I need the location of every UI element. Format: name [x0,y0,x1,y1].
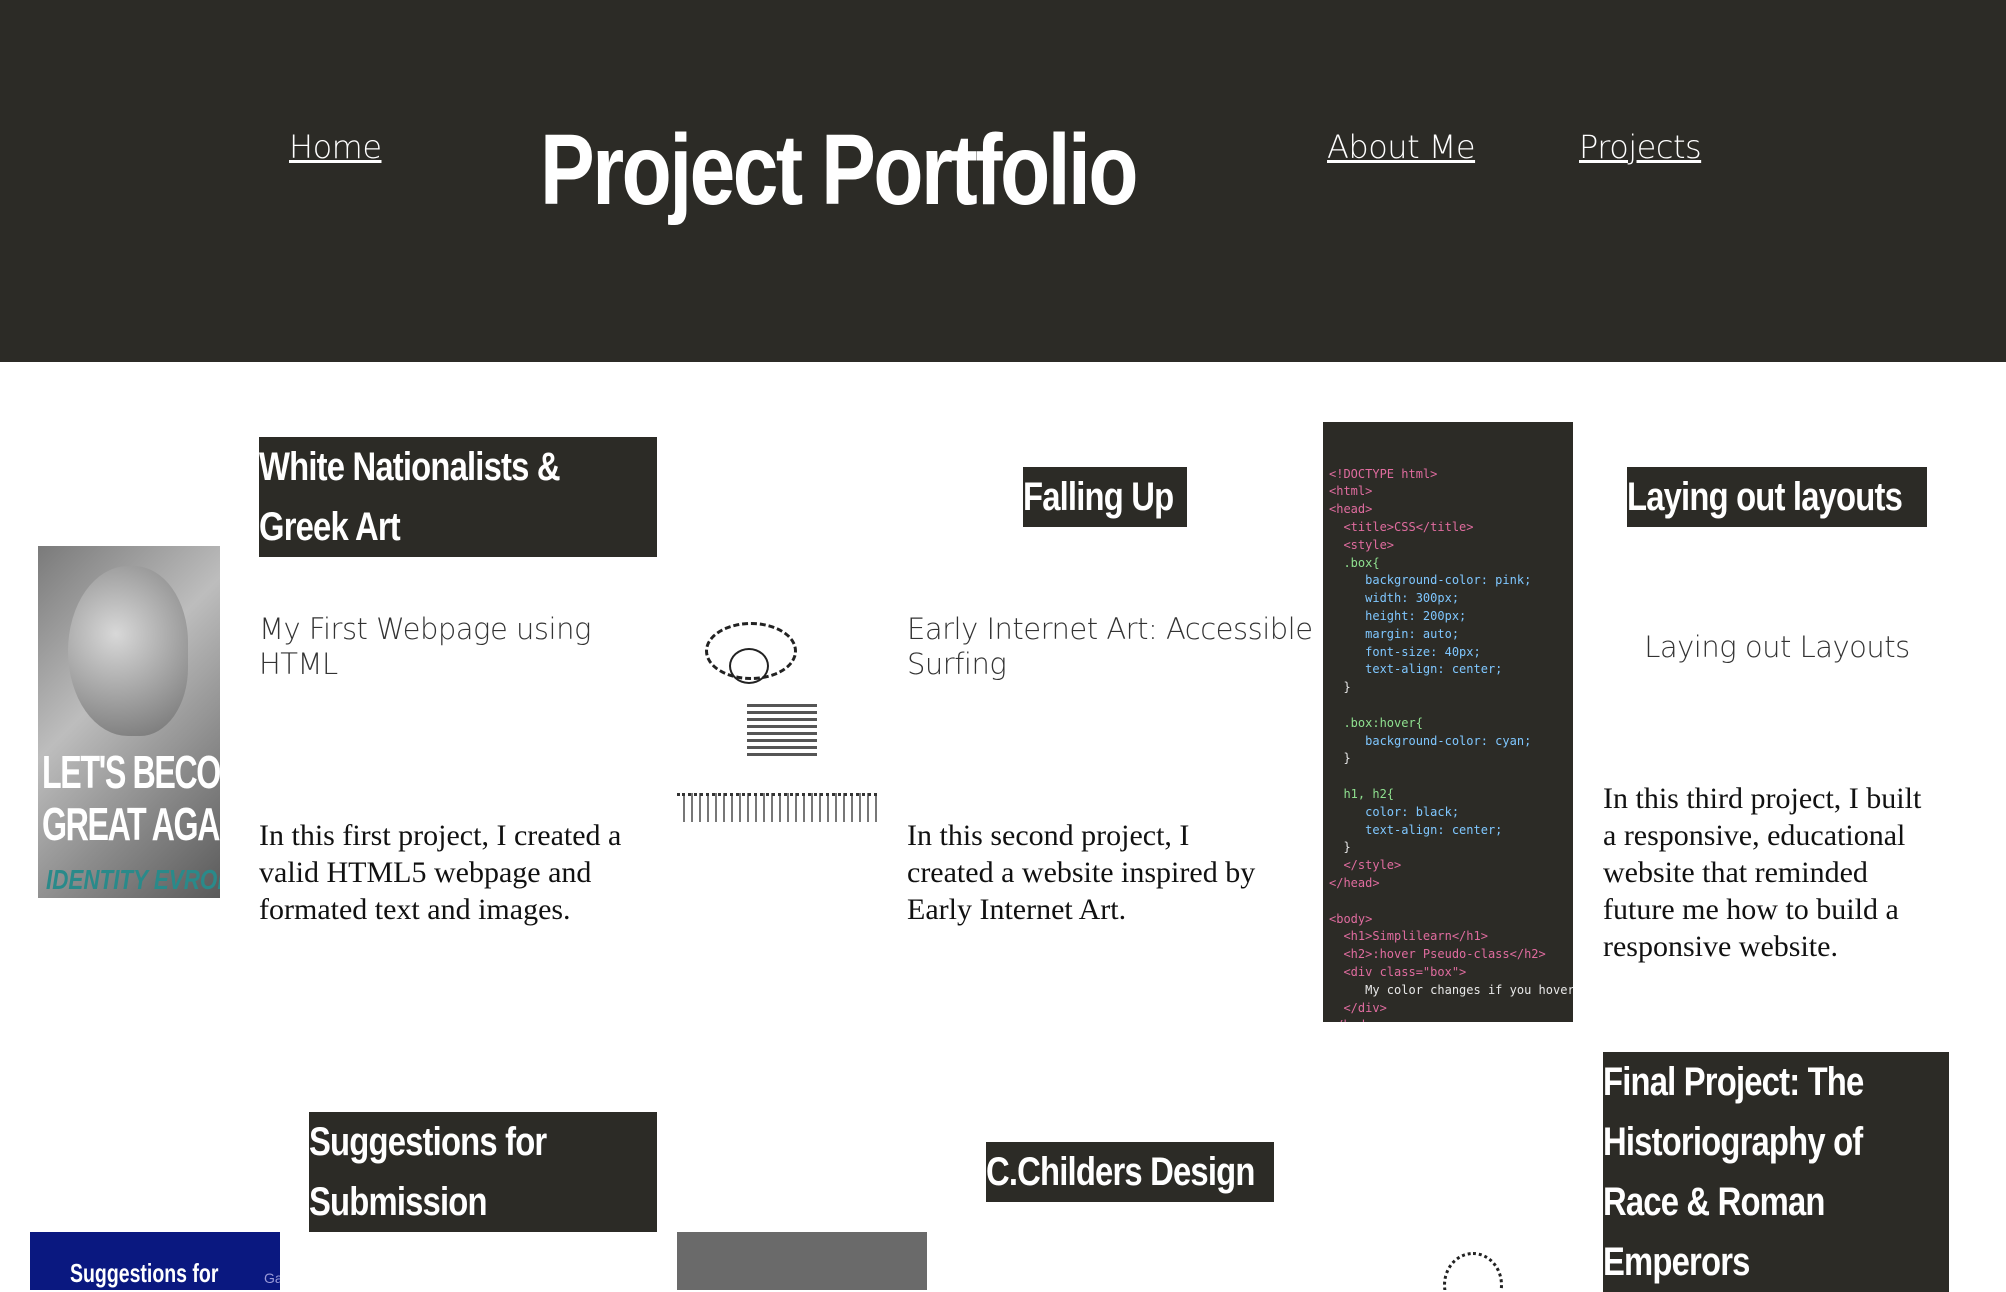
code-line: <!DOCTYPE html> [1329,466,1438,481]
statue-head-image [68,566,188,736]
code-line: <h1>Simplilearn</h1> [1329,929,1488,944]
code-line: } [1329,751,1351,766]
code-line: <h2>:hover Pseudo-class</h2> [1329,947,1546,962]
project-4-title-link[interactable]: Suggestions for Submission [309,1112,657,1232]
code-line: text-align: center; [1329,822,1503,837]
project-1-title-link[interactable]: White Nationalists & Greek Art [259,437,657,557]
thumbnail-caption: Suggestions for [70,1258,219,1288]
project-3-subtitle: Laying out Layouts [1644,630,1910,664]
project-3-description: In this third project, I built a respons… [1603,782,1922,963]
code-line: background-color: cyan; [1329,733,1532,748]
project-2-subtitle: Early Internet Art: Accessible Surfing [907,612,1313,681]
project-2-title-link[interactable]: Falling Up [1023,467,1187,527]
code-snippet: <!DOCTYPE html> <html> <head> <title>CSS</… [1329,466,1573,1022]
bust-sketch-image [1443,1252,1503,1290]
code-line: <div class="box"> [1329,964,1467,979]
sketch-face-image [729,648,769,684]
code-line: color: black; [1329,804,1460,819]
code-line: </style> [1329,858,1402,873]
project-3-thumbnail-code[interactable]: <!DOCTYPE html> <html> <head> <title>CSS</… [1323,422,1573,1022]
nav-about-link[interactable]: About Me [1327,128,1476,166]
project-6-title-link[interactable]: Final Project: The Historiography of Rac… [1603,1052,1949,1292]
code-line: My color changes if you hover over me! [1365,982,1573,997]
code-line: <html> [1329,484,1373,499]
code-line: </div> [1329,1000,1387,1015]
code-line: height: 200px; [1329,608,1467,623]
project-1-subtitle: My First Webpage using HTML [259,612,591,681]
code-line: .box:hover{ [1329,715,1423,730]
code-line: </head> [1329,875,1380,890]
thumbnail-brand: IDENTITY EVROPA [46,864,220,895]
site-title: Project Portfolio [540,114,1138,226]
sketch-ground-image [677,793,877,822]
project-2-thumbnail[interactable] [677,622,877,822]
project-2-description: In this second project, I created a webs… [907,819,1256,926]
sketch-poem-lines [747,704,817,760]
project-1-thumbnail[interactable]: LET'S BECOME GREAT AGAIN IDENTITY EVROPA [38,546,220,898]
code-line: width: 300px; [1329,591,1460,606]
code-line: h1, h2{ [1329,786,1395,801]
project-5-title-link[interactable]: C.Childers Design [986,1142,1274,1202]
nav-projects-link[interactable]: Projects [1579,128,1702,166]
code-line: </body> [1329,1017,1567,1022]
code-line: <title>CSS</title> [1329,519,1474,534]
code-line: .box{ [1329,555,1380,570]
code-line: <style> [1329,537,1395,552]
project-4-thumbnail[interactable]: Suggestions for Gal [30,1232,280,1290]
code-line: margin: auto; [1329,626,1460,641]
code-line: } [1329,680,1351,695]
code-line: font-size: 40px; [1329,644,1481,659]
project-6-thumbnail[interactable] [1323,1232,1573,1290]
project-5-thumbnail[interactable] [677,1232,927,1290]
project-3-title-link[interactable]: Laying out layouts [1627,467,1927,527]
code-line: text-align: center; [1329,662,1503,677]
code-line: background-color: pink; [1329,573,1532,588]
code-line: } [1329,840,1351,855]
code-line: <head> [1329,502,1373,517]
nav-home-link[interactable]: Home [289,128,382,166]
site-header: Home Project Portfolio About Me Projects [0,0,2006,362]
code-line: <body> [1329,911,1373,926]
thumbnail-caption: LET'S BECOME GREAT AGAIN [42,746,220,850]
project-1-description: In this first project, I created a valid… [259,819,622,926]
thumbnail-caption-small: Gal [264,1270,280,1286]
